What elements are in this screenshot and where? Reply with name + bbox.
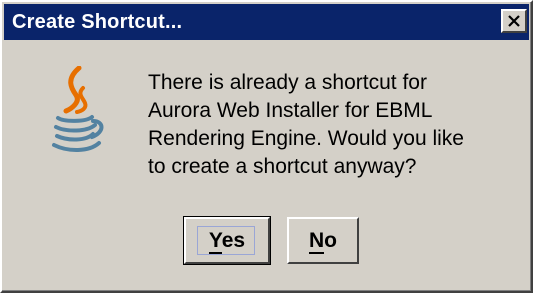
- message-line: There is already a shortcut for: [148, 71, 427, 94]
- message-line: Rendering Engine. Would you like: [148, 127, 464, 150]
- yes-button-label: Yes: [208, 228, 246, 254]
- no-button-label: No: [309, 228, 337, 254]
- titlebar[interactable]: Create Shortcut...: [4, 4, 529, 40]
- java-coffee-cup-icon: [52, 66, 104, 152]
- yes-button[interactable]: Yes: [183, 216, 271, 265]
- dialog-title: Create Shortcut...: [12, 11, 183, 33]
- create-shortcut-dialog: Create Shortcut... There is already a sh…: [0, 0, 533, 293]
- dialog-content: There is already a shortcut for Aurora W…: [2, 42, 531, 291]
- message-line: Aurora Web Installer for EBML: [148, 99, 433, 122]
- no-button[interactable]: No: [287, 217, 359, 264]
- close-button[interactable]: [501, 9, 527, 33]
- dialog-message: There is already a shortcut for Aurora W…: [148, 69, 518, 181]
- message-line: to create a shortcut anyway?: [148, 155, 417, 178]
- close-icon: [508, 15, 520, 27]
